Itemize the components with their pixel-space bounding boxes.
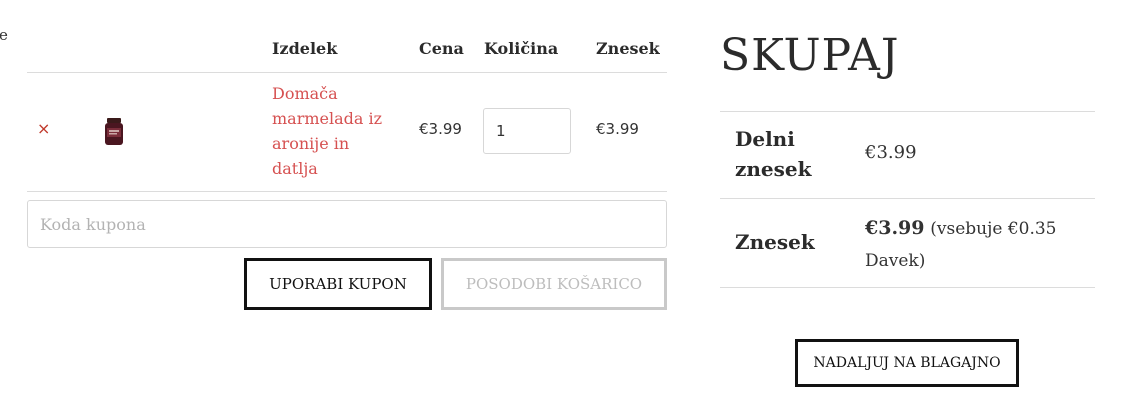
jam-jar-icon[interactable] (103, 117, 125, 147)
total-value-block: €3.99 (vsebuje €0.35 Davek) (865, 213, 1080, 277)
apply-coupon-button[interactable]: UPORABI KUPON (244, 258, 432, 310)
item-subtotal: €3.99 (596, 120, 639, 138)
total-row: Znesek €3.99 (vsebuje €0.35 Davek) (720, 198, 1095, 288)
column-header-price: Cena (419, 39, 464, 58)
total-value: €3.99 (865, 217, 925, 239)
column-header-subtotal: Znesek (596, 39, 660, 58)
cart-item-row: × Domača marmelada iz aronije in datlja … (27, 73, 667, 192)
remove-item-icon[interactable]: × (37, 119, 50, 138)
subtotal-label: Delni znesek (735, 127, 812, 181)
cart-totals-title: SKUPAJ (720, 30, 900, 81)
total-label: Znesek (735, 230, 815, 254)
column-header-product: Izdelek (272, 39, 338, 58)
subtotal-row: Delni znesek €3.99 (720, 111, 1095, 199)
subtotal-value: €3.99 (865, 142, 917, 163)
quantity-input[interactable] (483, 108, 571, 154)
item-price: €3.99 (419, 120, 462, 138)
cart-table-header: Izdelek Cena Količina Znesek (27, 0, 667, 73)
clipped-text-fragment: e (0, 26, 8, 44)
column-header-quantity: Količina (484, 39, 559, 58)
product-name-link[interactable]: Domača marmelada iz aronije in datlja (272, 81, 392, 181)
update-cart-button[interactable]: POSODOBI KOŠARICO (441, 258, 667, 310)
coupon-code-input[interactable] (27, 200, 667, 248)
proceed-to-checkout-button[interactable]: NADALJUJ NA BLAGAJNO (795, 339, 1019, 387)
cart-table: Izdelek Cena Količina Znesek × Domača ma… (27, 0, 667, 192)
